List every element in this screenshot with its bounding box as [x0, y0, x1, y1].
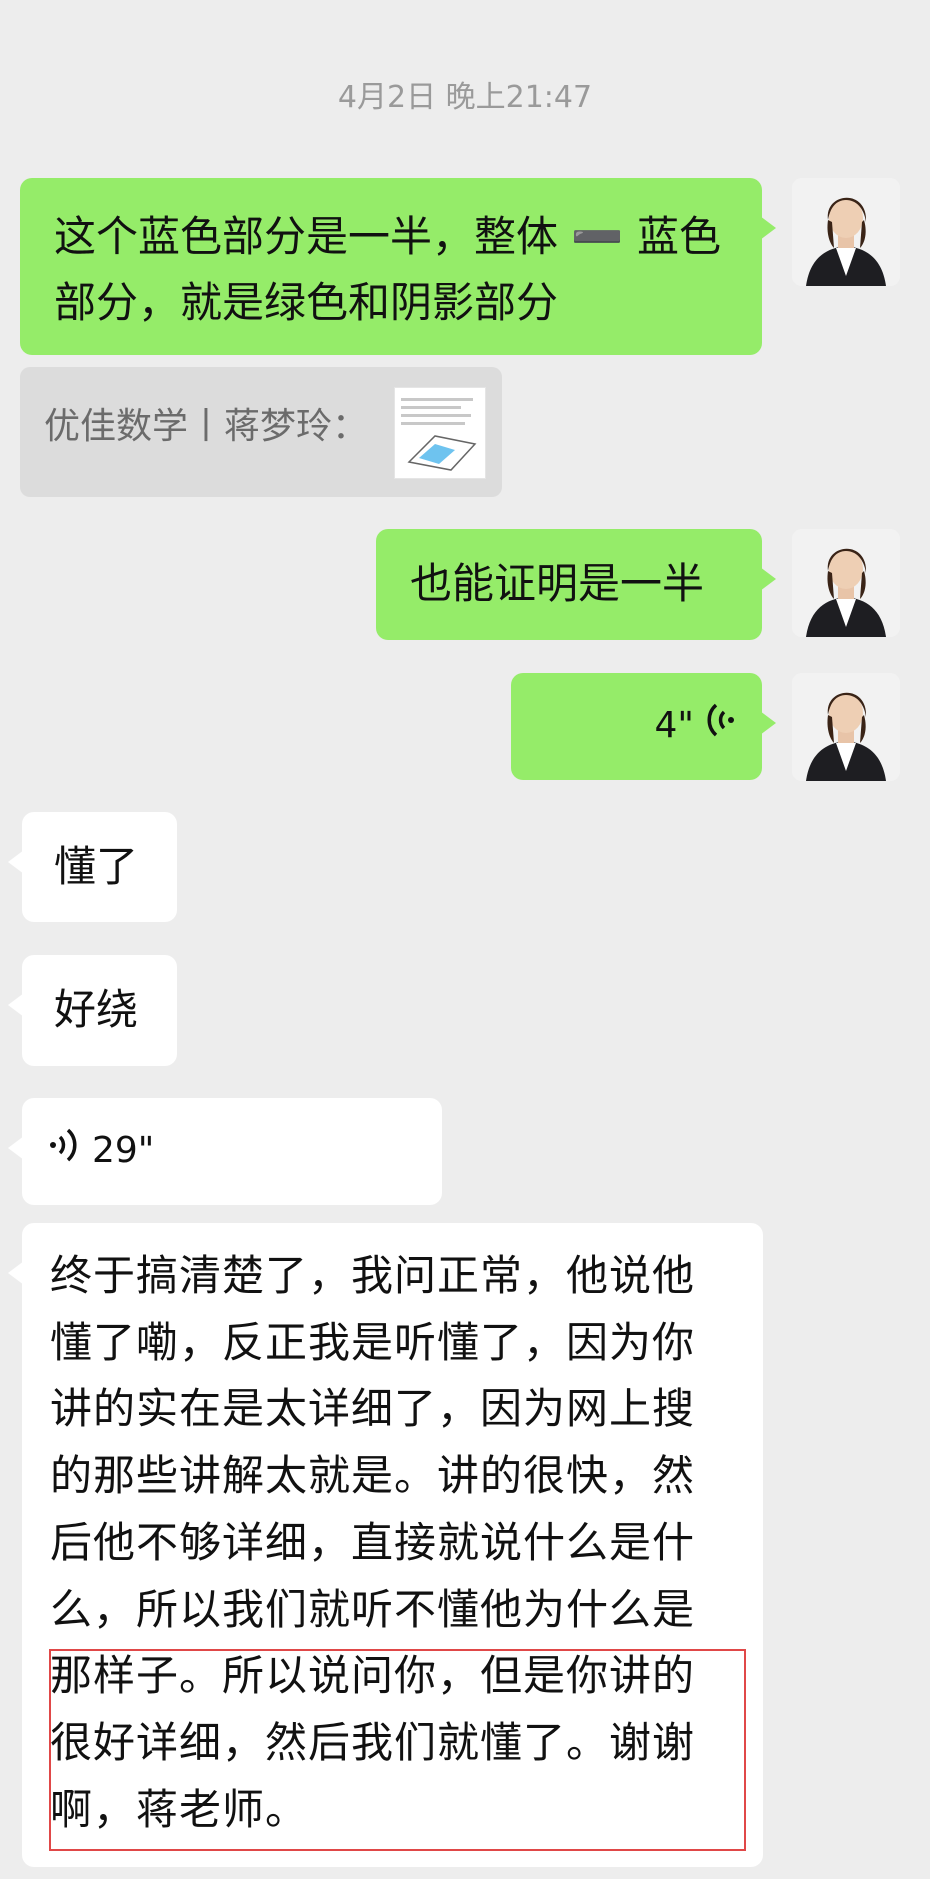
avatar[interactable] — [792, 673, 900, 781]
message-bubble-left[interactable]: 好绕 — [8, 955, 177, 1066]
voice-message-right[interactable]: 4" — [511, 673, 776, 780]
voice-wave-icon — [706, 693, 736, 759]
message-bubble-left[interactable]: 懂了 — [8, 812, 177, 922]
quote-thumbnail — [394, 387, 486, 479]
message-text: 也能证明是一半 — [410, 559, 705, 608]
voice-duration: 4" — [654, 705, 694, 746]
message-text: 好绕 — [54, 985, 139, 1034]
quote-reference[interactable]: 优佳数学丨蒋梦玲： — [20, 367, 502, 497]
message-text: 这个蓝色部分是一半，整体 ➖ 蓝色部分，就是绿色和阴影部分 — [54, 212, 721, 327]
voice-message-left[interactable]: 29" — [8, 1098, 442, 1205]
avatar[interactable] — [792, 529, 900, 637]
message-text: 懂了 — [54, 842, 139, 891]
voice-duration: 29" — [92, 1130, 155, 1171]
voice-wave-icon — [48, 1118, 78, 1184]
highlight-box — [49, 1649, 746, 1851]
message-bubble-right[interactable]: 也能证明是一半 — [376, 529, 776, 640]
message-bubble-right[interactable]: 这个蓝色部分是一半，整体 ➖ 蓝色部分，就是绿色和阴影部分 — [20, 178, 776, 355]
avatar[interactable] — [792, 178, 900, 286]
quote-text: 优佳数学丨蒋梦玲： — [44, 406, 369, 447]
timestamp: 4月2日 晚上21:47 — [337, 80, 593, 115]
